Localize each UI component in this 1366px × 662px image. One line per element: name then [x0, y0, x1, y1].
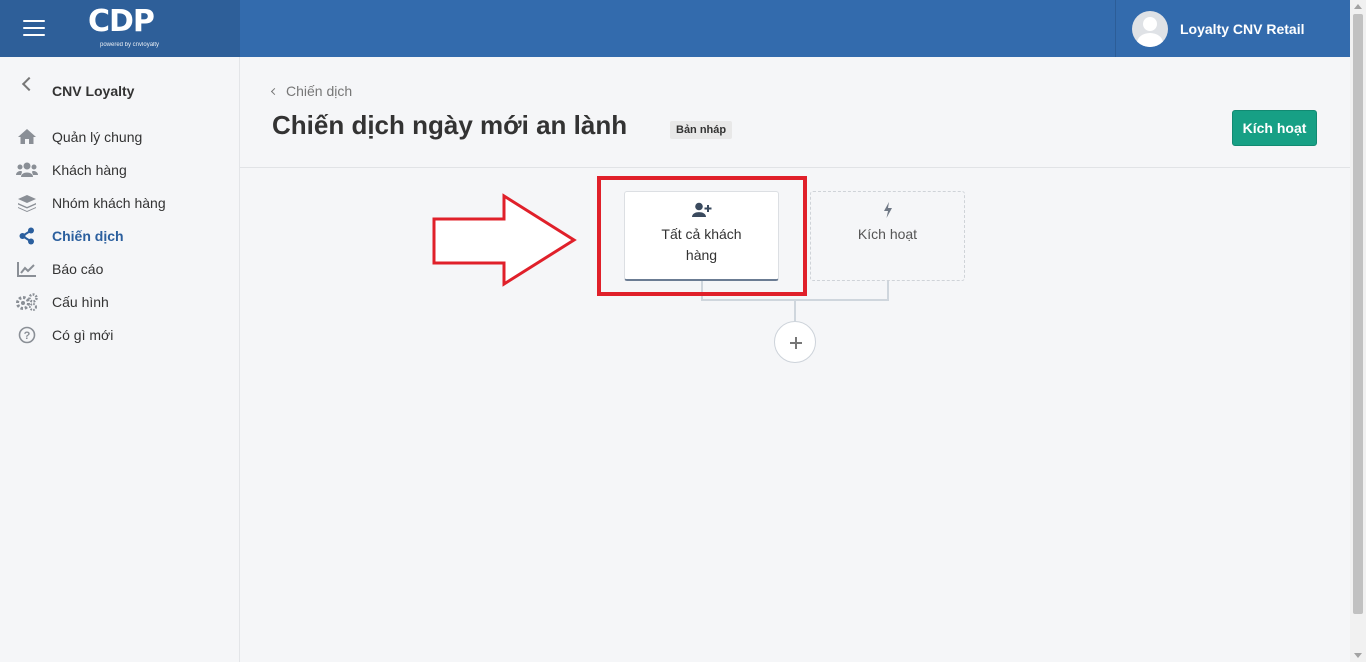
chart-icon: [16, 260, 38, 278]
sidebar-item-co-gi-moi[interactable]: ? Có gì mới: [0, 318, 239, 351]
connector-line: [701, 281, 703, 300]
add-step-button[interactable]: [774, 321, 816, 363]
gears-icon: [16, 292, 38, 311]
sidebar-title: CNV Loyalty: [52, 83, 135, 99]
chevron-left-icon: [270, 87, 279, 95]
home-icon: [16, 128, 38, 146]
audience-node[interactable]: Tất cả khách hàng: [624, 191, 779, 281]
sidebar-item-quan-ly-chung[interactable]: Quản lý chung: [0, 120, 239, 153]
scroll-down-arrow-icon[interactable]: [1354, 653, 1362, 658]
scroll-thumb[interactable]: [1353, 14, 1363, 614]
brand-area: CDP powered by cnvloyalty: [0, 0, 240, 57]
sidebar-item-label: Có gì mới: [52, 326, 114, 343]
user-menu[interactable]: Loyalty CNV Retail: [1115, 0, 1350, 57]
question-icon: ?: [16, 326, 38, 344]
logo[interactable]: CDP powered by cnvloyalty: [88, 4, 178, 52]
page-title: Chiến dịch ngày mới an lành: [272, 110, 628, 140]
breadcrumb-label: Chiến dịch: [286, 83, 353, 99]
status-badge: Bản nháp: [670, 121, 733, 139]
connector-line: [887, 281, 889, 300]
connector-line: [794, 299, 796, 321]
annotation-arrow: [432, 193, 577, 287]
users-icon: [16, 161, 38, 179]
trigger-node[interactable]: Kích hoạt: [810, 191, 965, 281]
chevron-left-icon: [21, 76, 37, 92]
layers-icon: [16, 194, 38, 212]
top-bar: CDP powered by cnvloyalty Loyalty CNV Re…: [0, 0, 1350, 57]
logo-text: CDP: [88, 4, 155, 39]
sidebar-item-cau-hinh[interactable]: Cấu hình: [0, 285, 239, 318]
sidebar-item-chien-dich[interactable]: Chiến dịch: [0, 219, 239, 252]
sidebar-nav: Quản lý chung Khách hàng Nhóm khách hàng…: [0, 120, 239, 351]
svg-text:?: ?: [24, 330, 31, 342]
sidebar: CNV Loyalty Quản lý chung Khách hàng Nhó…: [0, 57, 240, 662]
user-plus-icon: [625, 202, 778, 220]
scroll-up-arrow-icon[interactable]: [1354, 4, 1362, 9]
avatar: [1132, 10, 1168, 47]
sidebar-item-label: Khách hàng: [52, 161, 127, 178]
audience-node-label: Tất cả khách hàng: [661, 226, 742, 263]
sidebar-item-label: Báo cáo: [52, 260, 104, 277]
sidebar-item-label: Chiến dịch: [52, 227, 124, 244]
sidebar-item-bao-cao[interactable]: Báo cáo: [0, 252, 239, 285]
activate-button[interactable]: Kích hoạt: [1232, 110, 1317, 146]
page-scrollbar[interactable]: [1350, 0, 1366, 662]
hamburger-menu-icon[interactable]: [23, 20, 45, 36]
trigger-node-label: Kích hoạt: [857, 226, 918, 242]
user-name: Loyalty CNV Retail: [1180, 20, 1305, 37]
breadcrumb[interactable]: Chiến dịch: [270, 83, 353, 99]
bolt-icon: [811, 202, 964, 220]
header-divider: [240, 167, 1350, 168]
sidebar-item-label: Nhóm khách hàng: [52, 194, 166, 211]
back-button[interactable]: [18, 76, 37, 92]
sidebar-item-label: Quản lý chung: [52, 128, 143, 145]
share-icon: [16, 227, 38, 245]
sidebar-item-label: Cấu hình: [52, 293, 109, 310]
sidebar-item-khach-hang[interactable]: Khách hàng: [0, 153, 239, 186]
sidebar-item-nhom-khach-hang[interactable]: Nhóm khách hàng: [0, 186, 239, 219]
logo-subtext: powered by cnvloyalty: [100, 42, 160, 48]
